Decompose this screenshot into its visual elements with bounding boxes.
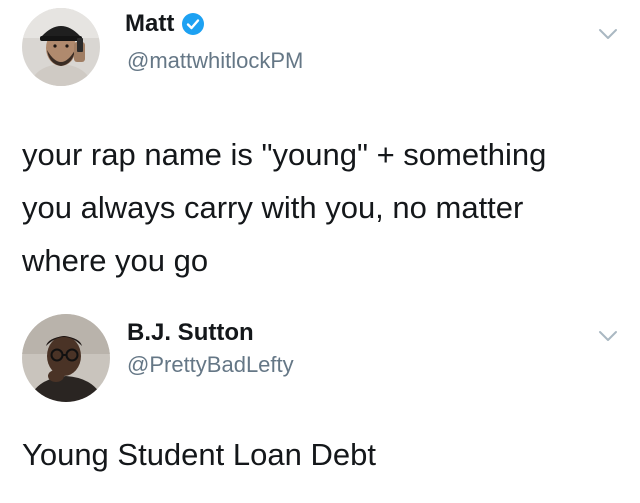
chevron-down-icon[interactable] [598,330,618,342]
avatar[interactable] [22,314,110,402]
author-handle[interactable]: @mattwhitlockPM [127,48,303,74]
avatar-bj-image [22,314,110,402]
avatar[interactable] [22,8,100,86]
tweet-thread: Matt @mattwhitlockPM your rap name is "y… [0,0,640,503]
avatar-matt-image [22,8,100,86]
author-handle[interactable]: @PrettyBadLefty [127,352,294,378]
tweet-text-line: you always carry with you, no matter [22,190,524,225]
tweet-text-line: your rap name is "young" + something [22,137,547,172]
tweet-text-line: where you go [22,243,209,278]
chevron-down-icon[interactable] [598,28,618,40]
tweet-original: Matt @mattwhitlockPM your rap name is "y… [0,0,640,292]
tweet-text: your rap name is "young" + something you… [22,128,546,287]
tweet-text: Young Student Loan Debt [22,428,376,481]
tweet-reply: B.J. Sutton @PrettyBadLefty Young Studen… [0,292,640,503]
verified-badge-icon [182,13,205,35]
author-name-row: Matt [125,10,205,38]
author-display-name[interactable]: B.J. Sutton [127,319,254,347]
author-display-name[interactable]: Matt [125,10,174,38]
author-name-row: B.J. Sutton [127,319,254,347]
tweet-text-line: Young Student Loan Debt [22,437,376,472]
